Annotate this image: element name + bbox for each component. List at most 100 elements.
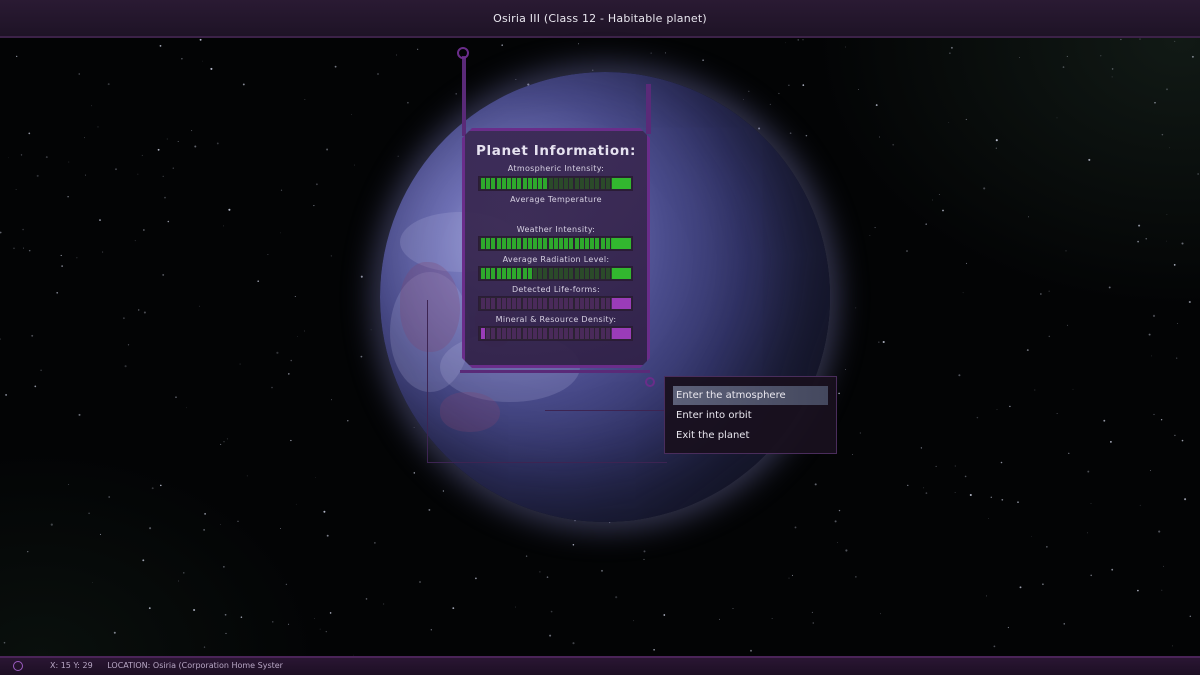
- star: [315, 476, 316, 478]
- star: [271, 386, 273, 389]
- bar-segment: [502, 298, 506, 309]
- star: [102, 251, 104, 253]
- star: [134, 240, 136, 242]
- planet-landmass: [400, 262, 460, 352]
- star: [354, 164, 356, 166]
- bar-end-cap: [612, 268, 631, 279]
- star: [539, 571, 541, 573]
- bar-segment: [595, 328, 599, 339]
- star: [198, 305, 200, 307]
- star: [996, 408, 998, 410]
- menu-item-exit-planet[interactable]: Exit the planet: [673, 426, 828, 445]
- star: [1120, 38, 1122, 41]
- bar-segment: [523, 238, 527, 249]
- stat-label-atmospheric-intensity: Atmospheric Intensity:: [507, 164, 605, 173]
- star: [1108, 286, 1111, 289]
- bar-segment: [580, 328, 584, 339]
- star: [326, 148, 329, 151]
- star: [546, 576, 549, 578]
- bar-segment: [554, 178, 558, 189]
- star: [452, 607, 455, 609]
- bar-segment: [507, 268, 511, 279]
- bar-segment: [575, 298, 579, 309]
- star: [812, 622, 814, 624]
- star: [802, 39, 804, 41]
- location-readout: LOCATION: Osiria (Corporation Home Syste…: [107, 661, 283, 670]
- star: [3, 641, 6, 644]
- bar-segment: [497, 328, 501, 339]
- star: [36, 174, 39, 177]
- star: [0, 231, 2, 234]
- star: [923, 487, 925, 489]
- star: [1160, 419, 1163, 421]
- bar-segment: [606, 238, 610, 249]
- bar-segment: [559, 238, 563, 249]
- star: [1019, 56, 1020, 58]
- planet-landmass: [440, 392, 500, 432]
- star: [882, 340, 885, 344]
- bar-segment: [549, 328, 553, 339]
- star: [525, 555, 528, 557]
- star: [115, 168, 117, 171]
- menu-item-enter-orbit[interactable]: Enter into orbit: [673, 406, 828, 425]
- star: [181, 58, 183, 60]
- planet-info-panel: Planet Information: Atmospheric Intensit…: [462, 128, 650, 368]
- star: [1181, 242, 1184, 245]
- star: [113, 631, 116, 634]
- star: [1066, 55, 1068, 57]
- star: [329, 612, 332, 614]
- star: [166, 138, 168, 140]
- star: [845, 46, 846, 48]
- bar-segment: [538, 238, 542, 249]
- star: [1046, 546, 1048, 548]
- bar-segment: [512, 298, 516, 309]
- star: [1019, 586, 1022, 589]
- bar-segment: [590, 238, 594, 249]
- star: [925, 492, 928, 494]
- star: [143, 229, 145, 231]
- star: [5, 393, 8, 396]
- bar-segment: [517, 298, 521, 309]
- star: [455, 93, 457, 95]
- star: [142, 559, 145, 562]
- star: [791, 574, 793, 576]
- star: [68, 161, 70, 163]
- star: [191, 130, 193, 132]
- star: [1042, 583, 1044, 586]
- star: [615, 596, 618, 599]
- star: [1056, 117, 1058, 119]
- star: [962, 292, 964, 294]
- bar-segment: [590, 268, 594, 279]
- star: [0, 338, 1, 340]
- star: [794, 526, 797, 529]
- star: [811, 611, 813, 613]
- menu-item-enter-atmosphere[interactable]: Enter the atmosphere: [673, 386, 828, 405]
- star: [845, 369, 846, 370]
- bar-segment: [543, 298, 547, 309]
- star: [601, 569, 603, 572]
- star: [1090, 503, 1092, 504]
- star: [1139, 504, 1141, 506]
- stat-label-radiation-level: Average Radiation Level:: [502, 255, 610, 264]
- bar-segment: [491, 268, 495, 279]
- bar-segment: [569, 178, 573, 189]
- star: [88, 512, 90, 515]
- bar-segment: [564, 178, 568, 189]
- connector-line: [427, 462, 667, 463]
- star: [1111, 76, 1113, 78]
- bar-segment: [543, 268, 547, 279]
- star: [204, 513, 207, 515]
- stat-label-average-temperature: Average Temperature: [510, 195, 602, 204]
- bar-segment: [502, 268, 506, 279]
- star: [1139, 38, 1141, 40]
- bar-segment: [559, 268, 563, 279]
- star: [906, 250, 908, 252]
- star: [288, 623, 290, 625]
- life-forms-bar: [478, 296, 633, 311]
- star: [20, 154, 23, 156]
- star: [417, 48, 419, 50]
- star: [223, 566, 225, 568]
- bar-segment: [538, 328, 542, 339]
- star: [186, 407, 187, 409]
- star: [194, 145, 197, 148]
